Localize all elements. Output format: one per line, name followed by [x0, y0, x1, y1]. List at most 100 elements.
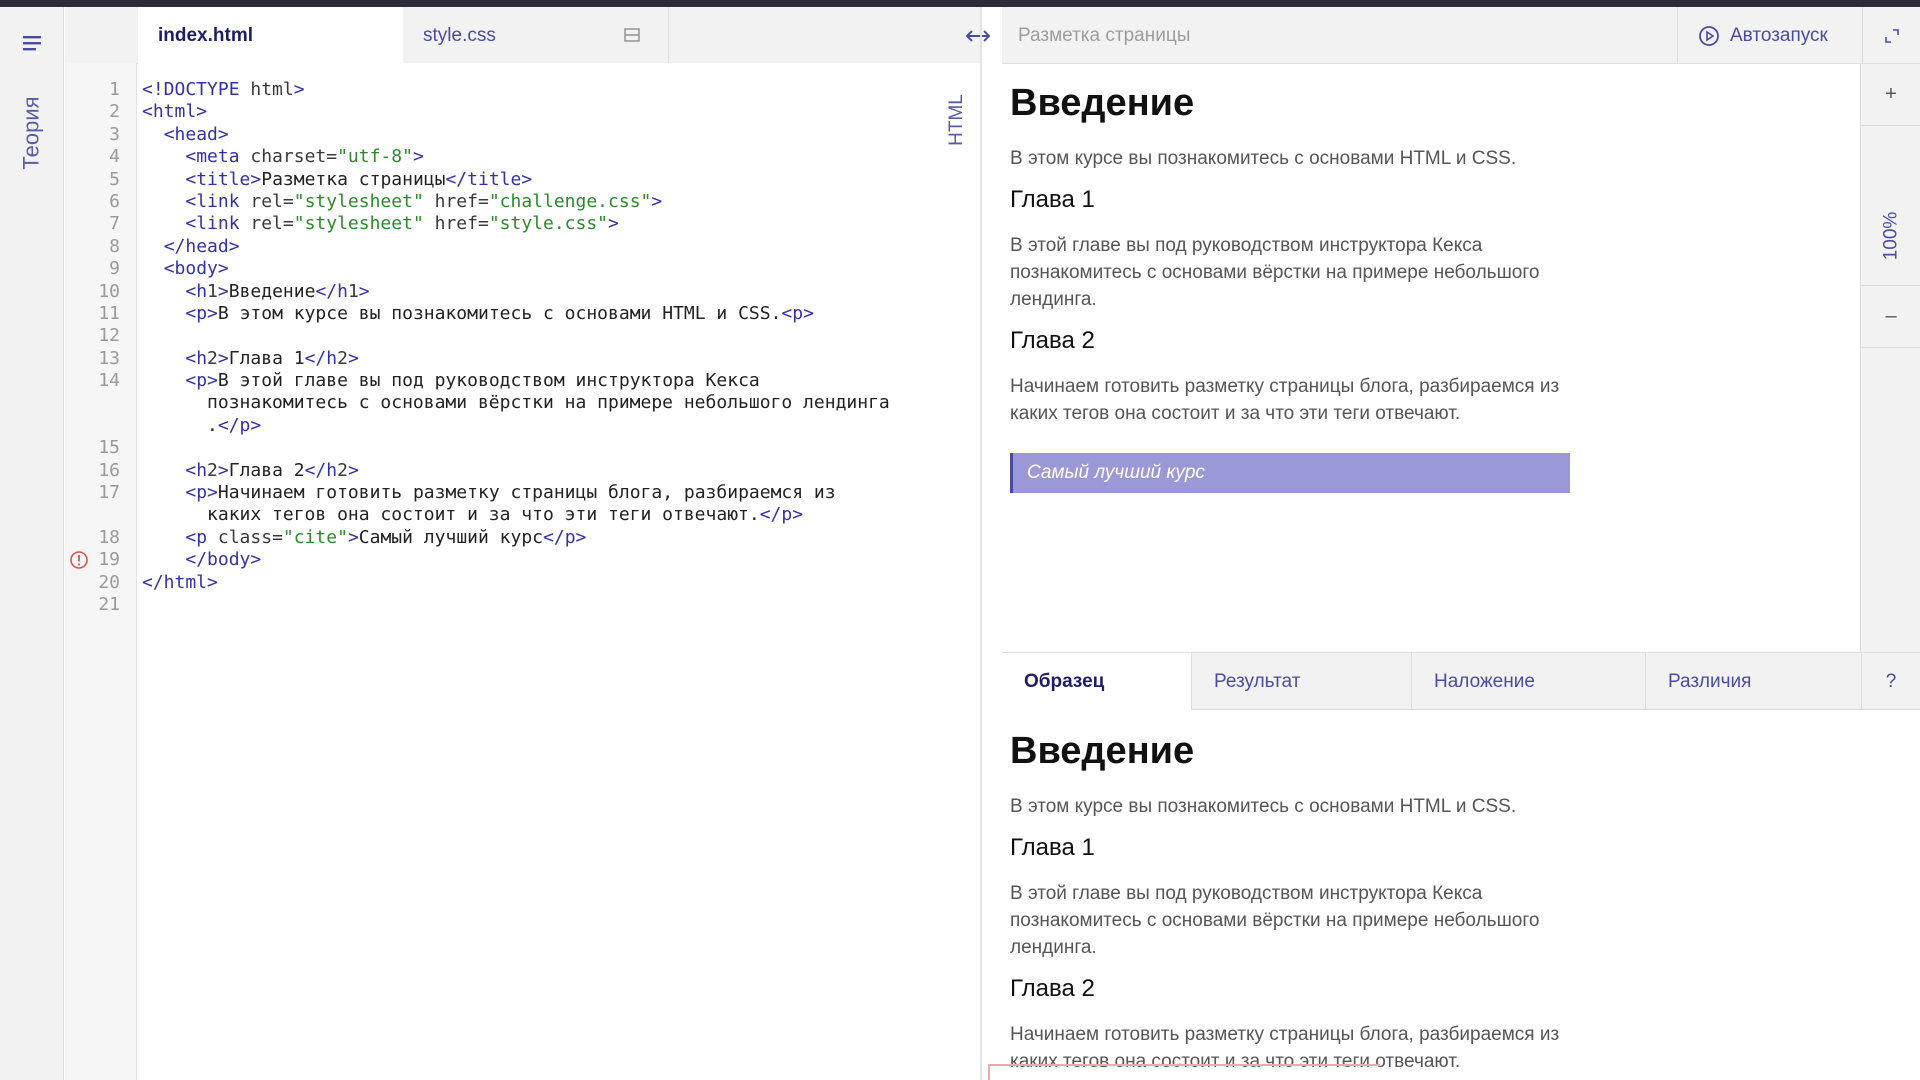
zoom-controls: + 100% – [1860, 64, 1920, 652]
diff-marker-edge [988, 1064, 990, 1080]
sample-ch1-title: Глава 1 [1010, 834, 1095, 861]
line-number: 6 [109, 191, 120, 212]
line-number: 9 [109, 258, 120, 280]
code-editor[interactable]: <!DOCTYPE html> <html> <head> <meta chars… [138, 63, 980, 1080]
tab-result[interactable]: Результат [1192, 653, 1412, 710]
code-line[interactable]: <p>В этой главе вы под руководством инст… [142, 370, 890, 392]
autorun-label: Автозапуск [1730, 24, 1828, 46]
zoom-spacer [1861, 126, 1920, 186]
code-line[interactable]: <p>Начинаем готовить разметку страницы б… [142, 482, 890, 504]
swap-panels-icon[interactable] [960, 18, 996, 54]
preview-ch2-title: Глава 2 [1010, 327, 1095, 354]
preview-ch2-text: Начинаем готовить разметку страницы блог… [1010, 376, 1560, 424]
help-button[interactable]: ? [1862, 653, 1920, 710]
tab-sample[interactable]: Образец [1002, 653, 1192, 710]
line-number: 2 [109, 101, 120, 123]
sample-intro: В этом курсе вы познакомитесь с основами… [1010, 796, 1517, 817]
line-number: 16 [98, 459, 120, 481]
tab-index-html[interactable]: index.html [138, 7, 403, 64]
tab-overlay[interactable]: Наложение [1412, 653, 1646, 710]
code-line[interactable]: <p class="cite">Самый лучший курс</p> [142, 527, 890, 549]
line-number: 8 [109, 235, 120, 257]
line-number: 17 [98, 482, 120, 504]
preview-heading: Введение [1010, 82, 1195, 124]
code-line[interactable]: <link rel="stylesheet" href="challenge.c… [142, 191, 890, 213]
theory-label: Теория [19, 96, 44, 170]
line-number: 20 [98, 571, 120, 593]
zoom-value: 100% [1879, 211, 1901, 260]
line-number: 5 [109, 168, 120, 190]
autorun-button[interactable]: Автозапуск [1677, 7, 1862, 64]
code-line[interactable]: познакомитесь с основами вёрстки на прим… [142, 392, 890, 414]
line-number: 19 [98, 549, 120, 571]
top-strip [0, 0, 1920, 7]
error-icon[interactable] [69, 550, 89, 570]
code-line[interactable]: </head> [142, 236, 890, 258]
code-line[interactable]: <html> [142, 101, 890, 123]
line-number: 7 [109, 213, 120, 235]
code-line[interactable]: <h1>Введение</h1> [142, 281, 890, 303]
sample-ch1-text: В этой главе вы под руководством инструк… [1010, 883, 1540, 958]
line-number: 1 [109, 79, 120, 100]
result-tabs: Образец Результат Наложение Различия ? [1002, 652, 1920, 710]
code-line[interactable]: </body> [142, 549, 890, 571]
collapse-icon[interactable] [624, 27, 640, 43]
code-line[interactable] [142, 325, 890, 347]
tab-label: index.html [158, 24, 254, 46]
tab-label: Различия [1668, 670, 1752, 692]
code-line[interactable]: </html> [142, 572, 890, 594]
sample-heading: Введение [1010, 730, 1195, 772]
code-line[interactable]: <!DOCTYPE html> [142, 79, 890, 101]
zoom-out-button[interactable]: – [1861, 286, 1920, 348]
sample-ch2-title: Глава 2 [1010, 975, 1095, 1002]
code-line[interactable]: каких тегов она состоит и за что эти тег… [142, 504, 890, 526]
line-number: 11 [98, 303, 120, 324]
code-line[interactable]: <head> [142, 124, 890, 146]
preview-ch1-title: Глава 1 [1010, 186, 1095, 213]
code-line[interactable]: <meta charset="utf-8"> [142, 146, 890, 168]
code-line[interactable]: <h2>Глава 2</h2> [142, 460, 890, 482]
expand-icon[interactable] [1862, 7, 1920, 64]
code-line[interactable]: <h2>Глава 1</h2> [142, 348, 890, 370]
code-line[interactable] [142, 437, 890, 459]
code-trainer-app: Теория index.html style.css 1 2 3 4 5 6 7 8 9 10 1… [0, 0, 1920, 1080]
diff-marker [988, 1064, 1380, 1066]
preview-title: Разметка страницы [1018, 25, 1191, 46]
line-number: 10 [98, 280, 120, 302]
code-line[interactable]: <p>В этом курсе вы познакомитесь с основ… [142, 303, 890, 325]
sample-ch2-text: Начинаем готовить разметку страницы блог… [1010, 1024, 1560, 1072]
zoom-in-button[interactable]: + [1861, 64, 1920, 126]
theory-tab[interactable]: Теория [14, 89, 50, 177]
code-line[interactable]: .</p> [142, 415, 890, 437]
line-number: 18 [98, 527, 120, 548]
preview-cite: Самый лучший курс [1010, 453, 1570, 493]
line-number-gutter: 1 2 3 4 5 6 7 8 9 10 11 12 13 14 15 16 17 18 19 20 21 [65, 63, 137, 1080]
code-line[interactable]: <body> [142, 258, 890, 280]
tab-label: Образец [1024, 670, 1105, 692]
tab-diff[interactable]: Различия [1646, 653, 1862, 710]
zoom-level: 100% [1861, 186, 1920, 286]
preview-intro: В этом курсе вы познакомитесь с основами… [1010, 148, 1517, 169]
line-number: 14 [98, 370, 120, 392]
sample-preview: Введение В этом курсе вы познакомитесь с… [1002, 710, 1920, 1080]
editor-tabs: index.html style.css [65, 7, 981, 64]
line-number: 12 [98, 325, 120, 347]
tab-label: Результат [1214, 670, 1301, 692]
mode-label-text: HTML [946, 94, 968, 146]
code-line[interactable] [142, 594, 890, 616]
play-circle-icon [1699, 25, 1719, 46]
live-preview: Введение В этом курсе вы познакомитесь с… [1002, 64, 1860, 652]
menu-icon[interactable] [18, 29, 46, 57]
line-number: 3 [109, 123, 120, 145]
left-rail: Теория [0, 7, 64, 1080]
line-number: 21 [98, 594, 120, 616]
code-content[interactable]: <!DOCTYPE html> <html> <head> <meta chars… [142, 79, 890, 616]
line-number: 15 [98, 437, 120, 459]
tab-style-css[interactable]: style.css [403, 7, 669, 64]
code-line[interactable]: <link rel="stylesheet" href="style.css"> [142, 213, 890, 235]
pane-divider[interactable] [980, 7, 982, 1080]
editor-mode-label: HTML [945, 90, 969, 150]
code-line[interactable]: <title>Разметка страницы</title> [142, 169, 890, 191]
preview-ch1-text: В этой главе вы под руководством инструк… [1010, 235, 1540, 310]
preview-header: Разметка страницы Автозапуск [1002, 7, 1920, 64]
